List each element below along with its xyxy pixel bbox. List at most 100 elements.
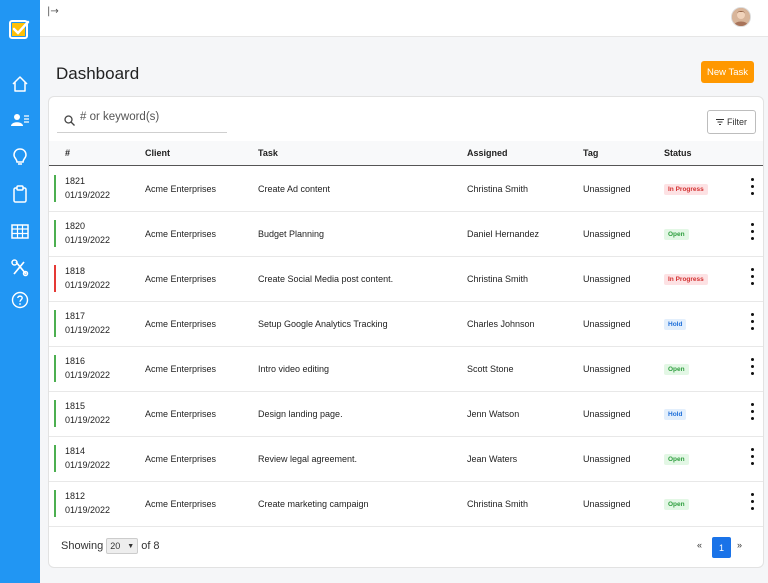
- collapse-sidebar-icon[interactable]: |→: [47, 6, 59, 17]
- help-icon[interactable]: [10, 290, 30, 310]
- more-options-icon[interactable]: [749, 403, 755, 425]
- task-date: 01/19/2022: [65, 505, 111, 515]
- client-cell: Acme Enterprises: [145, 454, 217, 464]
- row-status-marker: [54, 175, 56, 202]
- task-cell[interactable]: Budget Planning: [258, 229, 324, 239]
- task-date: 01/19/2022: [65, 325, 111, 335]
- row-status-marker: [54, 445, 56, 472]
- task-cell[interactable]: Intro video editing: [258, 364, 329, 374]
- client-cell: Acme Enterprises: [145, 364, 217, 374]
- users-icon[interactable]: [10, 110, 30, 130]
- row-status-marker: [54, 490, 56, 517]
- search-input[interactable]: [80, 111, 220, 123]
- table-row[interactable]: 1818 01/19/2022 Acme Enterprises Create Soc…: [49, 256, 763, 302]
- clipboard-icon[interactable]: [10, 184, 30, 204]
- status-badge: In Progress: [664, 184, 708, 195]
- status-badge: In Progress: [664, 274, 708, 285]
- pagination-summary: Showing 20 ▼ of 8: [61, 538, 160, 554]
- task-cell[interactable]: Create Ad content: [258, 184, 330, 194]
- status-badge: Open: [664, 364, 689, 375]
- tag-cell: Unassigned: [583, 409, 631, 419]
- row-status-marker: [54, 400, 56, 427]
- client-cell: Acme Enterprises: [145, 409, 217, 419]
- tag-cell: Unassigned: [583, 454, 631, 464]
- task-id: 1816: [65, 356, 86, 366]
- search-icon: [64, 115, 75, 126]
- task-cell[interactable]: Review legal agreement.: [258, 454, 357, 464]
- lightbulb-icon[interactable]: [10, 147, 30, 167]
- column-header-status: Status: [664, 148, 692, 158]
- page-size-select[interactable]: 20 ▼: [106, 538, 139, 554]
- next-page-button[interactable]: »: [737, 540, 742, 550]
- assigned-cell: Daniel Hernandez: [467, 229, 540, 239]
- row-status-marker: [54, 310, 56, 337]
- table-row[interactable]: 1812 01/19/2022 Acme Enterprises Create mar…: [49, 481, 763, 527]
- task-cell[interactable]: Setup Google Analytics Tracking: [258, 319, 388, 329]
- task-date: 01/19/2022: [65, 280, 111, 290]
- task-date: 01/19/2022: [65, 415, 111, 425]
- assigned-cell: Christina Smith: [467, 184, 529, 194]
- more-options-icon[interactable]: [749, 268, 755, 290]
- client-cell: Acme Enterprises: [145, 319, 217, 329]
- table-icon[interactable]: [10, 221, 30, 241]
- tag-cell: Unassigned: [583, 184, 631, 194]
- column-header-client: Client: [145, 148, 171, 158]
- task-date: 01/19/2022: [65, 460, 111, 470]
- tag-cell: Unassigned: [583, 319, 631, 329]
- avatar[interactable]: [731, 7, 751, 27]
- table-row[interactable]: 1820 01/19/2022 Acme Enterprises Budget Pla…: [49, 211, 763, 257]
- table-row[interactable]: 1814 01/19/2022 Acme Enterprises Review leg…: [49, 436, 763, 482]
- table-row[interactable]: 1821 01/19/2022 Acme Enterprises Create Ad …: [49, 166, 763, 212]
- tools-icon[interactable]: [10, 258, 30, 278]
- tag-cell: Unassigned: [583, 229, 631, 239]
- filter-label: Filter: [727, 117, 747, 127]
- filter-icon: [716, 119, 724, 125]
- assigned-cell: Jean Waters: [467, 454, 518, 464]
- search-box: [57, 107, 227, 133]
- page-size-value: 20: [110, 541, 121, 551]
- chevron-down-icon: ▼: [127, 542, 135, 550]
- showing-label: Showing: [61, 540, 104, 552]
- task-date: 01/19/2022: [65, 235, 111, 245]
- more-options-icon[interactable]: [749, 178, 755, 200]
- status-badge: Hold: [664, 319, 687, 330]
- more-options-icon[interactable]: [749, 358, 755, 380]
- of-label: of 8: [141, 540, 160, 552]
- more-options-icon[interactable]: [749, 223, 755, 245]
- task-cell[interactable]: Create Social Media post content.: [258, 274, 393, 284]
- column-header-task: Task: [258, 148, 278, 158]
- tag-cell: Unassigned: [583, 499, 631, 509]
- tag-cell: Unassigned: [583, 364, 631, 374]
- more-options-icon[interactable]: [749, 448, 755, 470]
- row-status-marker: [54, 220, 56, 247]
- status-badge: Hold: [664, 409, 687, 420]
- client-cell: Acme Enterprises: [145, 499, 217, 509]
- status-badge: Open: [664, 229, 689, 240]
- assigned-cell: Jenn Watson: [467, 409, 520, 419]
- assigned-cell: Christina Smith: [467, 274, 529, 284]
- task-id: 1818: [65, 266, 86, 276]
- app-logo-icon[interactable]: [9, 19, 30, 40]
- task-date: 01/19/2022: [65, 190, 111, 200]
- task-cell[interactable]: Design landing page.: [258, 409, 343, 419]
- client-cell: Acme Enterprises: [145, 184, 217, 194]
- tasks-card: Filter # Client Task Assigned Tag Status…: [48, 96, 764, 568]
- more-options-icon[interactable]: [749, 313, 755, 335]
- task-date: 01/19/2022: [65, 370, 111, 380]
- client-cell: Acme Enterprises: [145, 274, 217, 284]
- table-row[interactable]: 1817 01/19/2022 Acme Enterprises Setup Goog…: [49, 301, 763, 347]
- new-task-button[interactable]: New Task: [701, 61, 754, 83]
- home-icon[interactable]: [10, 74, 30, 94]
- task-id: 1815: [65, 401, 86, 411]
- prev-page-button[interactable]: «: [697, 540, 702, 550]
- column-header-id: #: [65, 148, 71, 158]
- filter-button[interactable]: Filter: [707, 110, 756, 134]
- column-header-tag: Tag: [583, 148, 599, 158]
- row-status-marker: [54, 265, 56, 292]
- table-row[interactable]: 1815 01/19/2022 Acme Enterprises Design lan…: [49, 391, 763, 437]
- current-page-button[interactable]: 1: [712, 537, 731, 558]
- table-row[interactable]: 1816 01/19/2022 Acme Enterprises Intro vide…: [49, 346, 763, 392]
- more-options-icon[interactable]: [749, 493, 755, 515]
- column-header-assigned: Assigned: [467, 148, 508, 158]
- task-cell[interactable]: Create marketing campaign: [258, 499, 369, 509]
